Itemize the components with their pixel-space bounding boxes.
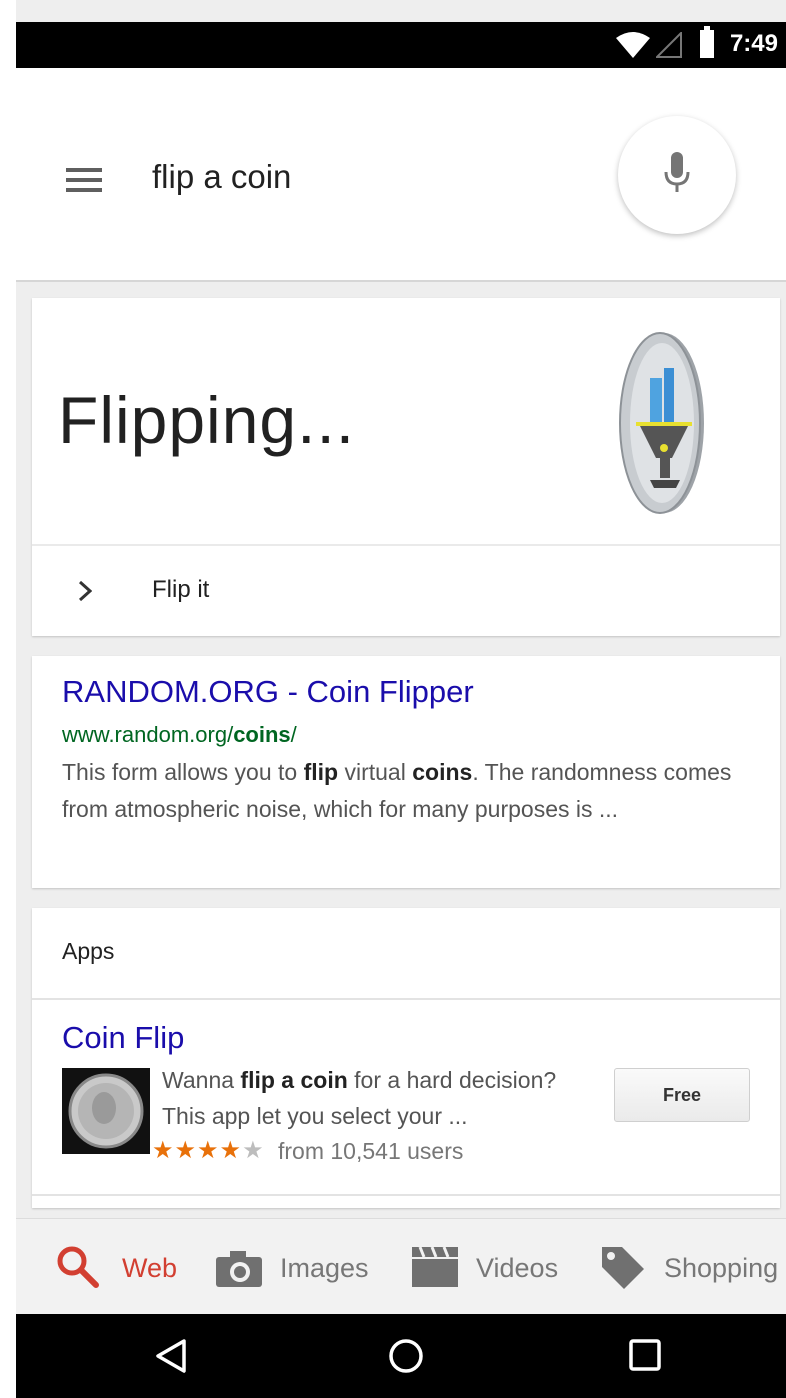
tab-label: Videos [476,1253,559,1283]
recent-apps-icon[interactable] [628,1338,662,1372]
star-rating: ★★★★★ [152,1136,265,1165]
desc-text: Wanna [162,1067,241,1093]
snippet-text: virtual [338,759,413,785]
coin-thumbnail-icon [62,1068,150,1154]
app-title-link[interactable]: Coin Flip [62,1020,184,1056]
flipping-status: Flipping... [58,383,356,457]
free-install-button[interactable]: Free [614,1068,750,1122]
app-description: Wanna flip a coin for a hard decision? T… [162,1062,602,1134]
tag-icon [602,1247,644,1289]
microphone-icon [664,152,690,192]
navigation-bar [16,1314,786,1398]
result-snippet: This form allows you to flip virtual coi… [62,754,752,828]
wifi-icon [616,32,650,58]
home-icon[interactable] [388,1338,424,1374]
clock: 7:49 [729,30,778,57]
divider [32,544,780,546]
search-icon [57,1246,99,1288]
coin-flip-card: Flipping... Flip it [32,298,780,636]
tab-label: Images [280,1253,369,1283]
apps-heading: Apps [62,938,115,964]
phone-screen: 7:49 flip a coin Flipping... Flip it RAN… [16,0,786,1398]
back-icon[interactable] [154,1338,188,1374]
hamburger-menu-icon[interactable] [66,168,102,192]
snippet-bold: coins [412,759,473,785]
search-header: flip a coin [16,68,786,282]
battery-icon [700,26,714,58]
search-query[interactable]: flip a coin [152,158,291,196]
app-thumbnail[interactable] [62,1068,150,1154]
camera-icon [216,1251,262,1287]
rating-count: from 10,541 users [278,1138,464,1164]
stars-empty: ★ [242,1137,265,1164]
result-url[interactable]: www.random.org/coins/ [62,722,297,748]
url-bold: coins [233,722,291,747]
search-tabs: Web Images Videos Shopping [16,1218,786,1315]
tab-label: Shopping [664,1253,779,1283]
chevron-right-icon[interactable] [78,580,92,602]
snippet-text: This form allows you to [62,759,304,785]
desc-bold: flip a coin [240,1067,348,1093]
cell-signal-icon [656,32,682,58]
result-title-link[interactable]: RANDOM.ORG - Coin Flipper [62,674,474,710]
apps-card: Apps Coin Flip Wanna flip a coin for a h… [32,908,780,1208]
url-prefix: www.random.org/ [62,722,234,747]
flip-it-button[interactable]: Flip it [152,576,209,604]
stars-filled: ★★★★ [152,1137,243,1164]
snippet-bold: flip [303,759,339,785]
search-result: RANDOM.ORG - Coin Flipper www.random.org… [32,656,780,888]
divider [32,998,780,1000]
voice-search-button[interactable] [618,116,736,234]
status-bar: 7:49 [16,22,786,68]
coin-icon [619,332,704,514]
url-suffix: / [290,722,297,747]
tab-label: Web [122,1253,178,1283]
divider [32,1194,780,1196]
clapperboard-icon [412,1246,458,1287]
